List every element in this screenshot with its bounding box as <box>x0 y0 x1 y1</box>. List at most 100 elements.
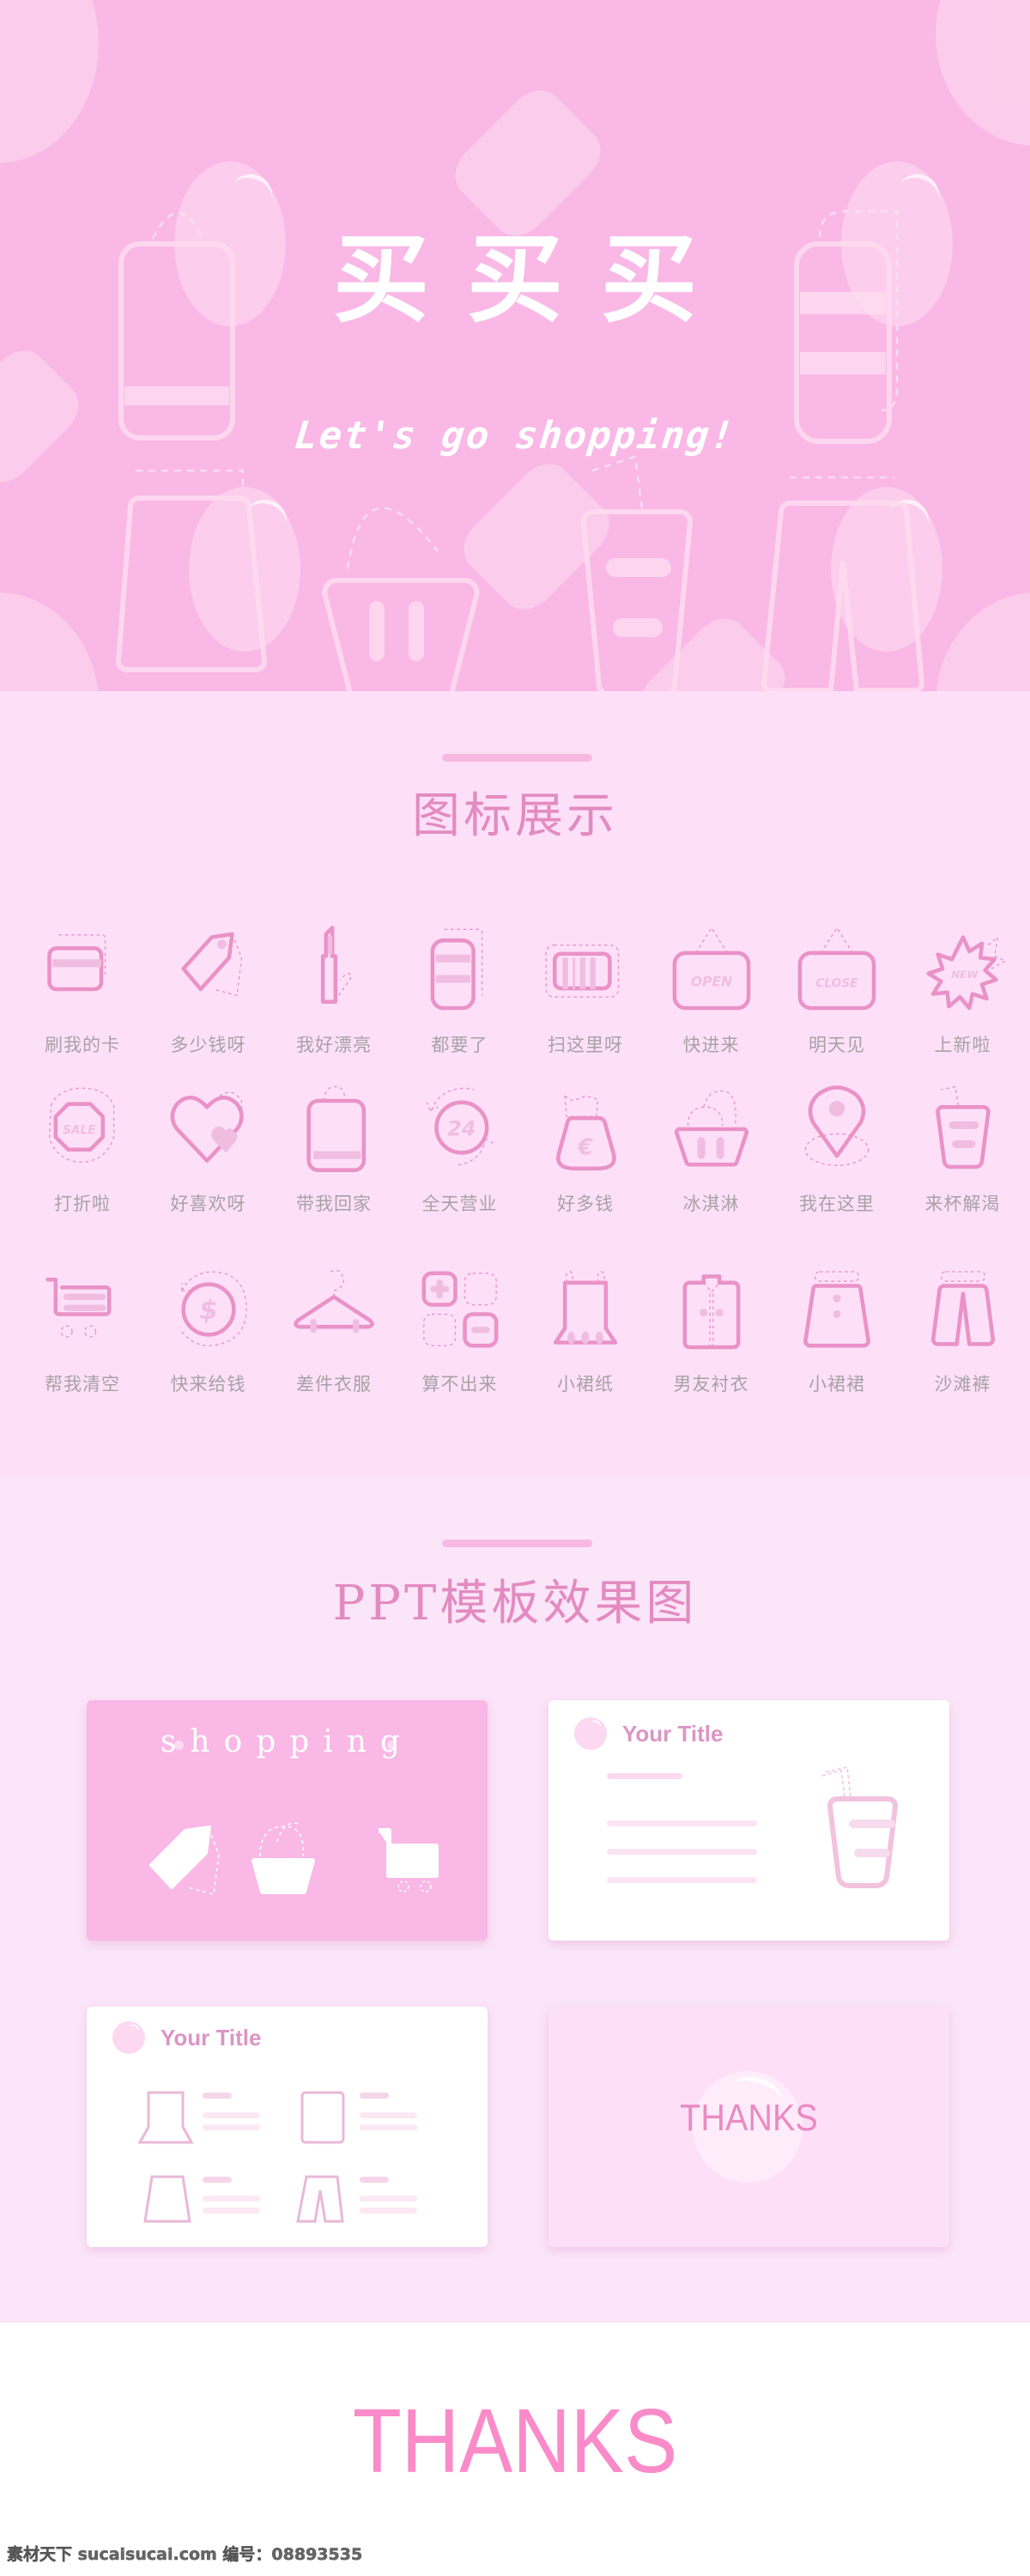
svg-text:OPEN: OPEN <box>690 974 731 989</box>
camisole-dress-icon <box>137 2091 194 2144</box>
icon-label: 都要了 <box>431 1035 488 1055</box>
icon-label: 帮我清空 <box>45 1374 120 1394</box>
icon-item-shirt: 男友衬衣 <box>647 1262 776 1396</box>
svg-text:SALE: SALE <box>63 1124 96 1138</box>
credit-card-icon <box>47 934 106 992</box>
lipstick-icon <box>320 926 353 1004</box>
icon-item-24-hours: 24 全天营业 <box>396 1082 524 1216</box>
icon-label: 快进来 <box>682 1035 740 1055</box>
24-hours-icon: 24 <box>426 1087 494 1166</box>
hanger-icon <box>294 1269 374 1334</box>
icon-item-shorts: 沙滩裤 <box>899 1262 1027 1396</box>
thanks-heading: THANKS <box>352 2391 678 2492</box>
location-pin-icon <box>804 1085 869 1166</box>
dollar-coin-icon: $ <box>180 1271 247 1346</box>
shopping-bag-icon <box>306 1085 367 1172</box>
ppt-card-thanks[interactable]: THANKS <box>548 2007 949 2247</box>
money-bag-icon: € <box>556 1095 616 1171</box>
icon-item-skirt: 小裙裙 <box>772 1262 901 1396</box>
icon-item-location-pin: 我在这里 <box>772 1082 901 1216</box>
hero-outline-icons <box>115 210 925 691</box>
heart-icon <box>170 1091 244 1163</box>
icon-item-sale-octagon: SALE 打折啦 <box>18 1082 147 1216</box>
icon-item-ice-cream-basket: 冰淇淋 <box>647 1082 776 1216</box>
icon-label: 沙滩裤 <box>934 1374 991 1394</box>
section-divider-bar <box>442 1540 592 1547</box>
ppt-card-content-grid[interactable]: Your Title <box>87 2007 488 2247</box>
skirt-icon <box>803 1271 870 1348</box>
ppt-card-cover[interactable]: shopping <box>87 1700 488 1941</box>
icon-showcase-section: 图标展示 刷我的卡 多少钱呀 我好漂亮 都要了 扫这里呀 OPEN 快进来 CLOSE 明天见 N… <box>0 691 1030 1477</box>
icon-grid: 刷我的卡 多少钱呀 我好漂亮 都要了 扫这里呀 OPEN 快进来 CLOSE 明天见 NEW 上新啦… <box>0 691 1030 1477</box>
icon-label: 带我回家 <box>296 1194 372 1214</box>
camisole-dress-icon <box>553 1271 618 1345</box>
drink-cup-icon <box>935 1085 991 1170</box>
icon-item-price-tag: 多少钱呀 <box>144 923 273 1057</box>
hero-subtitle: Let's go shopping! <box>292 414 738 458</box>
hero-title: 买买买 <box>333 223 735 336</box>
clothes-icons <box>137 2091 417 2223</box>
icon-item-shopping-bag: 带我回家 <box>270 1082 398 1216</box>
price-tag-icon <box>149 1826 220 1895</box>
icon-item-open-sign: OPEN 快进来 <box>647 923 776 1057</box>
ice-cream-basket-icon <box>674 1090 748 1167</box>
svg-text:€: € <box>576 1134 593 1160</box>
svg-text:CLOSE: CLOSE <box>815 976 858 990</box>
cover-icons <box>149 1822 439 1895</box>
icon-label: 我在这里 <box>799 1194 875 1214</box>
icon-item-shopping-cart: 帮我清空 <box>18 1262 147 1396</box>
icon-label: 差件衣服 <box>296 1374 372 1394</box>
icon-item-credit-card: 刷我的卡 <box>18 923 147 1057</box>
thanks-card-text: THANKS <box>680 2097 818 2139</box>
icon-label: 算不出来 <box>421 1374 498 1394</box>
svg-text:NEW: NEW <box>951 969 978 981</box>
icon-label: 上新啦 <box>934 1035 991 1055</box>
icon-label: 来杯解渴 <box>924 1194 1001 1214</box>
shorts-icon <box>930 1271 995 1346</box>
icon-label: 明天见 <box>809 1035 865 1055</box>
barcode-icon <box>545 944 620 998</box>
shirt-icon <box>300 2091 345 2144</box>
calculator-icon <box>421 1271 498 1348</box>
section-title: PPT模板效果图 <box>332 1576 698 1631</box>
icon-item-camisole-dress: 小裙纸 <box>521 1262 650 1396</box>
icon-label: 好多钱 <box>557 1194 614 1214</box>
icon-item-drink-cup: 来杯解渴 <box>899 1082 1027 1216</box>
icon-item-phone-list: 都要了 <box>396 923 524 1057</box>
icon-label: 刷我的卡 <box>45 1035 120 1055</box>
icon-item-heart: 好喜欢呀 <box>144 1082 273 1216</box>
icon-label: 男友衬衣 <box>673 1374 749 1394</box>
basket-icon <box>251 1822 315 1894</box>
ppt-card-content[interactable]: Your Title <box>548 1700 949 1941</box>
watermark-text: 素材天下 sucaisucai.com 编号：08893535 <box>7 2545 363 2565</box>
icon-label: 多少钱呀 <box>170 1035 246 1055</box>
close-sign-icon: CLOSE <box>797 927 876 1011</box>
svg-text:24: 24 <box>447 1116 476 1140</box>
sale-octagon-icon: SALE <box>48 1087 115 1163</box>
icon-item-barcode: 扫这里呀 <box>521 923 650 1057</box>
hero-banner: 买买买 Let's go shopping! <box>0 0 1030 691</box>
icon-item-calculator: 算不出来 <box>396 1262 524 1396</box>
icon-label: 打折啦 <box>54 1194 111 1214</box>
icon-label: 小裙纸 <box>557 1374 614 1394</box>
icon-item-hanger: 差件衣服 <box>270 1262 398 1396</box>
icon-item-lipstick: 我好漂亮 <box>270 923 398 1057</box>
shopping-cart-icon <box>45 1277 112 1338</box>
svg-text:$: $ <box>199 1295 218 1326</box>
icon-item-money-bag: € 好多钱 <box>521 1082 650 1216</box>
icon-label: 全天营业 <box>421 1194 498 1214</box>
thanks-footer: THANKS 素材天下 sucaisucai.com 编号：08893535 <box>0 2323 1030 2576</box>
icon-label: 好喜欢呀 <box>170 1194 246 1214</box>
drink-cup-icon <box>821 1766 899 1888</box>
phone-list-icon <box>430 928 482 1011</box>
icon-label: 小裙裙 <box>809 1374 865 1394</box>
shirt-icon <box>682 1274 740 1350</box>
icon-label: 冰淇淋 <box>682 1194 740 1214</box>
shopping-cart-icon <box>379 1828 439 1893</box>
icon-item-new-badge: NEW 上新啦 <box>899 923 1027 1057</box>
shorts-icon <box>296 2175 344 2223</box>
price-tag-icon <box>180 932 242 997</box>
new-badge-icon: NEW <box>925 935 1007 1011</box>
icon-item-close-sign: CLOSE 明天见 <box>772 923 901 1057</box>
ppt-preview-section: PPT模板效果图 shopping Your Title Your Title … <box>0 1477 1030 2323</box>
